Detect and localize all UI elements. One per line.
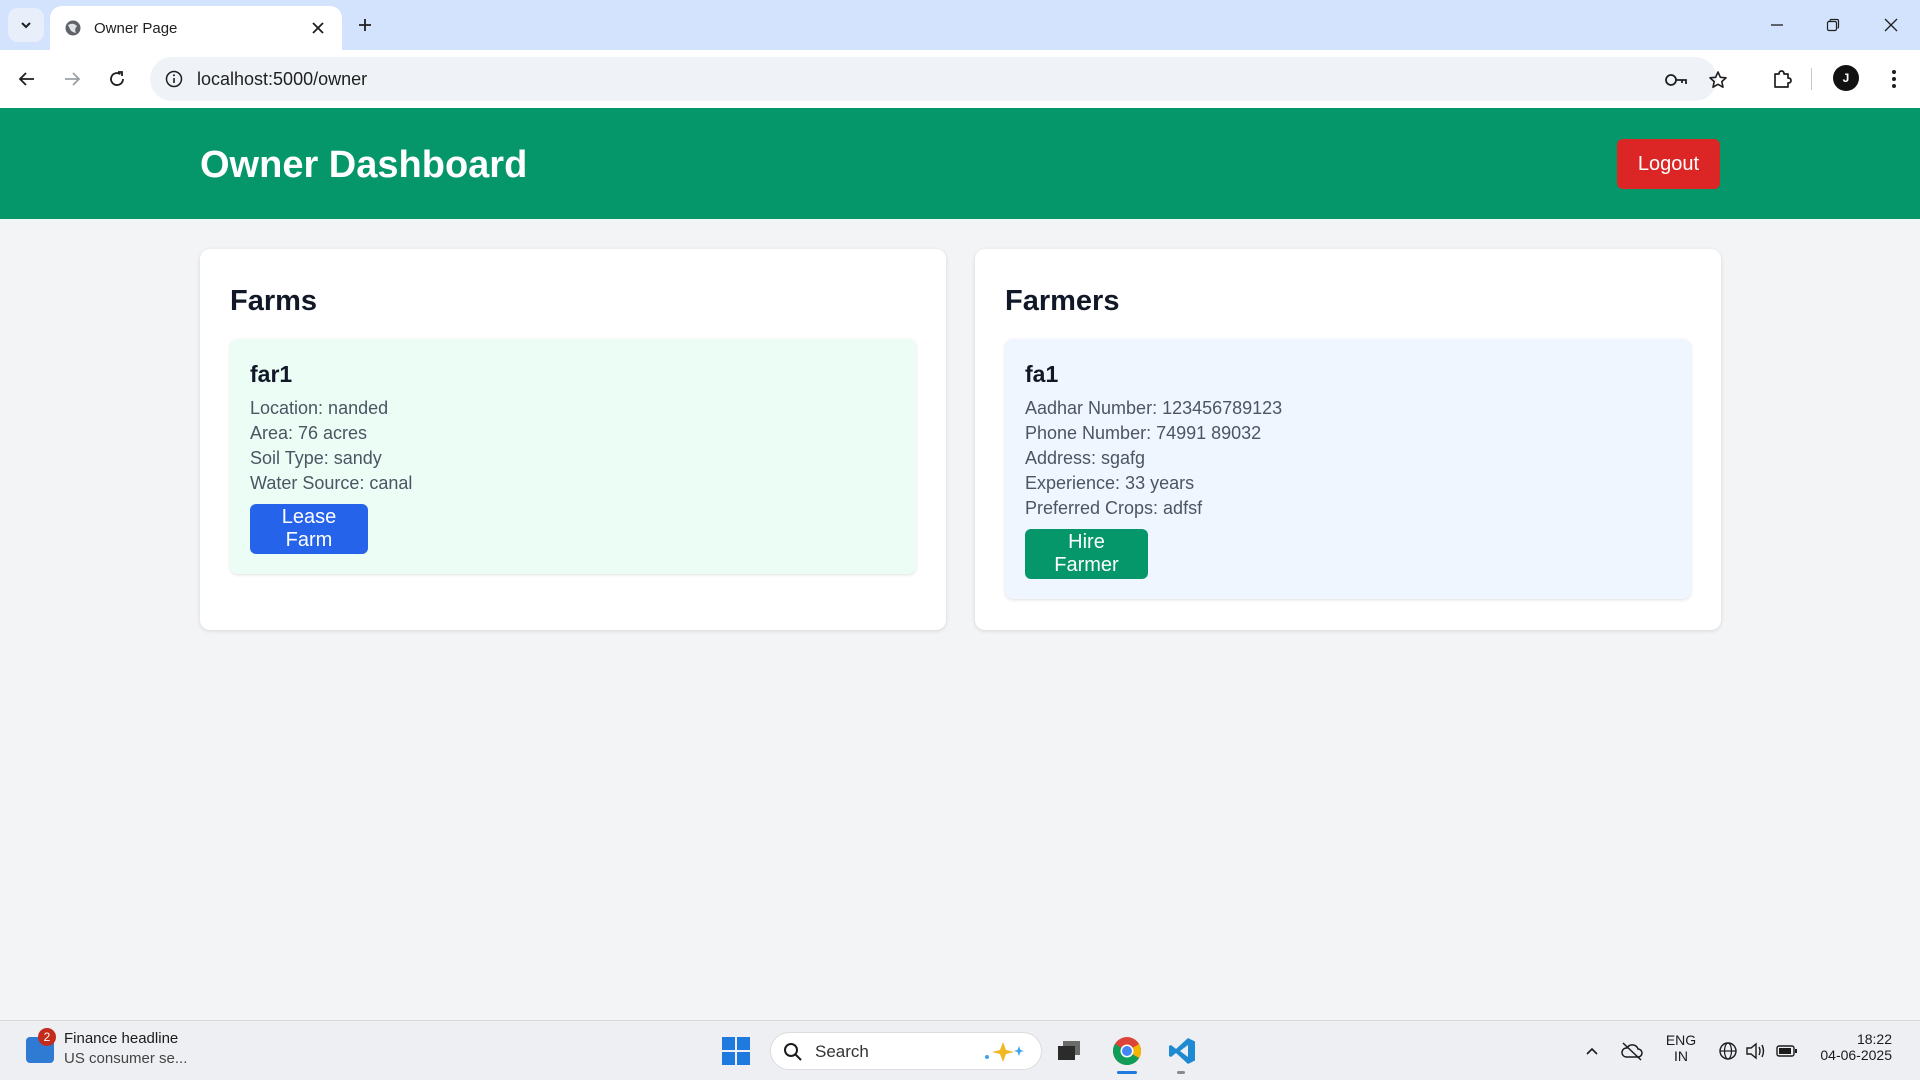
lease-farm-button[interactable]: Lease Farm [250, 504, 368, 554]
toolbar-divider [1811, 68, 1812, 90]
chevron-down-icon [21, 22, 31, 29]
puzzle-icon [1774, 70, 1792, 88]
url-text[interactable]: localhost:5000/owner [197, 69, 367, 90]
page-title: Owner Dashboard [200, 144, 528, 186]
tab-search-button[interactable] [8, 8, 44, 42]
search-icon [784, 1043, 802, 1061]
farms-panel: Farms far1 Location: nanded Area: 76 acr… [200, 249, 946, 630]
farm-area: Area: 76 acres [250, 423, 368, 443]
sparkle-icon [985, 1042, 1024, 1062]
farmer-phone: Phone Number: 74991 89032 [1025, 423, 1262, 443]
minimize-button[interactable] [1762, 10, 1792, 40]
vscode-open-indicator [1177, 1071, 1185, 1074]
reload-button[interactable] [101, 63, 133, 95]
dashboard-header: Owner Dashboard Logout [0, 108, 1920, 219]
farm-location: Location: nanded [250, 398, 389, 418]
key-icon [1665, 74, 1687, 86]
farmers-title: Farmers [1005, 285, 1120, 317]
globe-icon [65, 20, 81, 36]
hire-farmer-button[interactable]: Hire Farmer [1025, 529, 1148, 579]
plus-icon [359, 19, 371, 31]
arrow-right-icon [65, 72, 81, 86]
language-indicator[interactable]: ENG IN [1664, 1032, 1698, 1064]
windows-logo-icon [722, 1037, 735, 1050]
chrome-icon [1113, 1037, 1141, 1065]
close-window-button[interactable] [1876, 10, 1906, 40]
more-vertical-icon [1892, 70, 1896, 88]
network-button[interactable] [1716, 1039, 1740, 1063]
farmer-card: fa1 Aadhar Number: 123456789123 Phone Nu… [1005, 339, 1691, 599]
farm-water-source: Water Source: canal [250, 473, 413, 493]
chrome-active-indicator [1117, 1071, 1137, 1074]
bookmark-button[interactable] [1705, 67, 1731, 93]
taskbar: 2 Finance headline US consumer se... Sea… [0, 1020, 1920, 1080]
browser-menu-button[interactable] [1878, 63, 1910, 95]
clock-date: 04-06-2025 [1820, 1047, 1892, 1063]
address-bar[interactable]: localhost:5000/owner [150, 57, 1727, 101]
clock-time: 18:22 [1856, 1031, 1892, 1047]
farmer-aadhar: Aadhar Number: 123456789123 [1025, 398, 1283, 418]
clock[interactable]: 18:22 04-06-2025 [1812, 1031, 1892, 1063]
browser-toolbar: localhost:5000/owner [0, 50, 1920, 108]
tab-title: Owner Page [94, 19, 178, 37]
farmer-name: fa1 [1025, 361, 1059, 387]
globe-icon [1719, 1042, 1737, 1060]
restore-button[interactable] [1818, 10, 1848, 40]
reload-icon [110, 71, 124, 86]
browser-tab-strip: Owner Page [0, 0, 1920, 50]
battery-icon [1776, 1045, 1797, 1057]
news-badge: 2 [38, 1028, 56, 1046]
close-icon [312, 22, 324, 34]
battery-button[interactable] [1775, 1039, 1799, 1063]
site-info-button[interactable] [162, 67, 186, 91]
language-code: ENG [1665, 1032, 1697, 1048]
farmer-experience: Experience: 33 years [1025, 473, 1195, 493]
search-label: Search [815, 1042, 869, 1061]
farmer-preferred-crops: Preferred Crops: adfsf [1025, 498, 1203, 518]
onedrive-button[interactable] [1620, 1039, 1644, 1063]
news-headline: Finance headline [64, 1030, 179, 1047]
chevron-up-icon [1586, 1047, 1598, 1055]
restore-icon [1826, 18, 1840, 32]
taskbar-file-explorer[interactable] [1051, 1033, 1087, 1069]
minimize-icon [1771, 24, 1783, 26]
arrow-left-icon [18, 72, 34, 86]
region-code: IN [1674, 1048, 1688, 1064]
start-button[interactable] [722, 1037, 750, 1065]
farmers-panel: Farmers fa1 Aadhar Number: 123456789123 … [975, 249, 1721, 630]
show-hidden-icons-button[interactable] [1580, 1039, 1604, 1063]
farms-title: Farms [230, 285, 318, 317]
volume-button[interactable] [1744, 1039, 1768, 1063]
vscode-icon [1169, 1038, 1195, 1064]
farm-soil-type: Soil Type: sandy [250, 448, 382, 468]
speaker-icon [1746, 1042, 1765, 1060]
farm-name: far1 [250, 361, 293, 387]
tab-close-button[interactable] [308, 18, 328, 38]
taskbar-chrome[interactable] [1109, 1033, 1145, 1069]
logout-button[interactable]: Logout [1617, 139, 1720, 189]
password-key-button[interactable] [1663, 67, 1689, 93]
news-subtitle: US consumer se... [64, 1050, 188, 1067]
info-icon [165, 70, 183, 88]
avatar-initial: J [1842, 71, 1850, 85]
farm-card: far1 Location: nanded Area: 76 acres Soi… [230, 339, 916, 574]
profile-avatar[interactable]: J [1833, 65, 1859, 91]
taskbar-vscode[interactable] [1164, 1033, 1200, 1069]
close-icon [1884, 18, 1898, 32]
tab-owner-page[interactable]: Owner Page [50, 6, 342, 50]
taskbar-search[interactable]: Search [770, 1032, 1042, 1070]
farmer-address: Address: sgafg [1025, 448, 1146, 468]
star-icon [1709, 71, 1727, 88]
forward-button[interactable] [56, 63, 88, 95]
new-tab-button[interactable] [352, 12, 378, 38]
window-stack-icon [1058, 1041, 1080, 1060]
cloud-offline-icon [1621, 1042, 1643, 1061]
extensions-button[interactable] [1766, 63, 1798, 95]
back-button[interactable] [11, 63, 43, 95]
